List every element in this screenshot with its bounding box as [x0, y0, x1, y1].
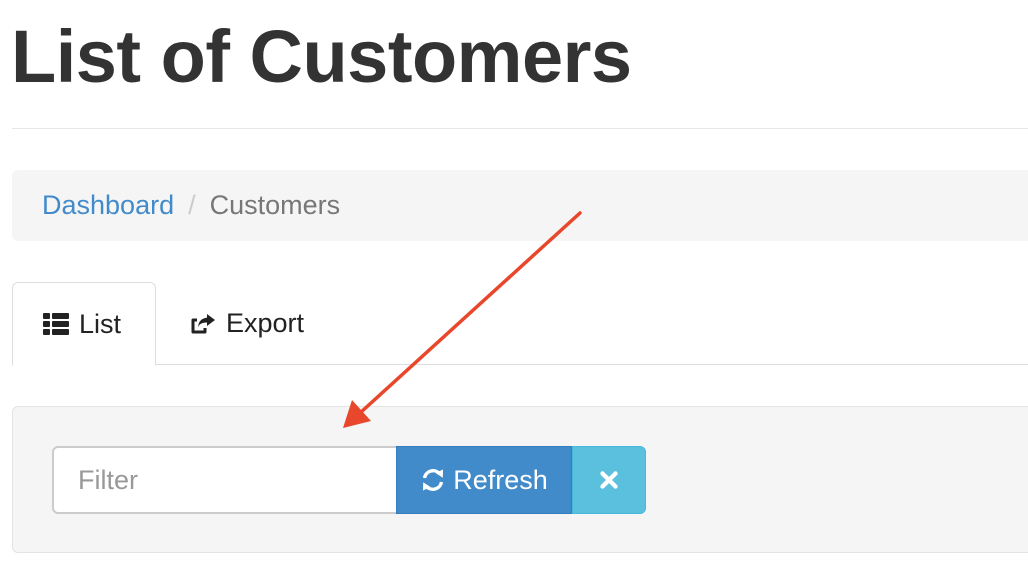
- title-divider: [12, 128, 1028, 129]
- share-square-icon: [191, 313, 215, 333]
- refresh-icon: [423, 469, 444, 491]
- tab-list[interactable]: List: [12, 282, 156, 366]
- page-title: List of Customers: [11, 15, 632, 98]
- list-icon: [43, 313, 69, 335]
- breadcrumb-separator: /: [188, 190, 196, 220]
- tab-list-label: List: [79, 308, 122, 339]
- filter-input[interactable]: [52, 446, 397, 514]
- tab-export[interactable]: Export: [188, 282, 348, 365]
- breadcrumb-dashboard-link[interactable]: Dashboard: [42, 190, 174, 221]
- breadcrumb: Dashboard / Customers: [12, 170, 1028, 241]
- breadcrumb-current: Customers: [209, 190, 341, 220]
- page: List of Customers Dashboard / Customers …: [0, 0, 1028, 574]
- refresh-button[interactable]: Refresh: [396, 446, 572, 514]
- times-icon: [600, 471, 618, 489]
- clear-filter-button[interactable]: [572, 446, 646, 514]
- tab-bar: List Export: [12, 282, 1028, 366]
- refresh-button-label: Refresh: [453, 464, 548, 495]
- tab-export-label: Export: [226, 308, 305, 338]
